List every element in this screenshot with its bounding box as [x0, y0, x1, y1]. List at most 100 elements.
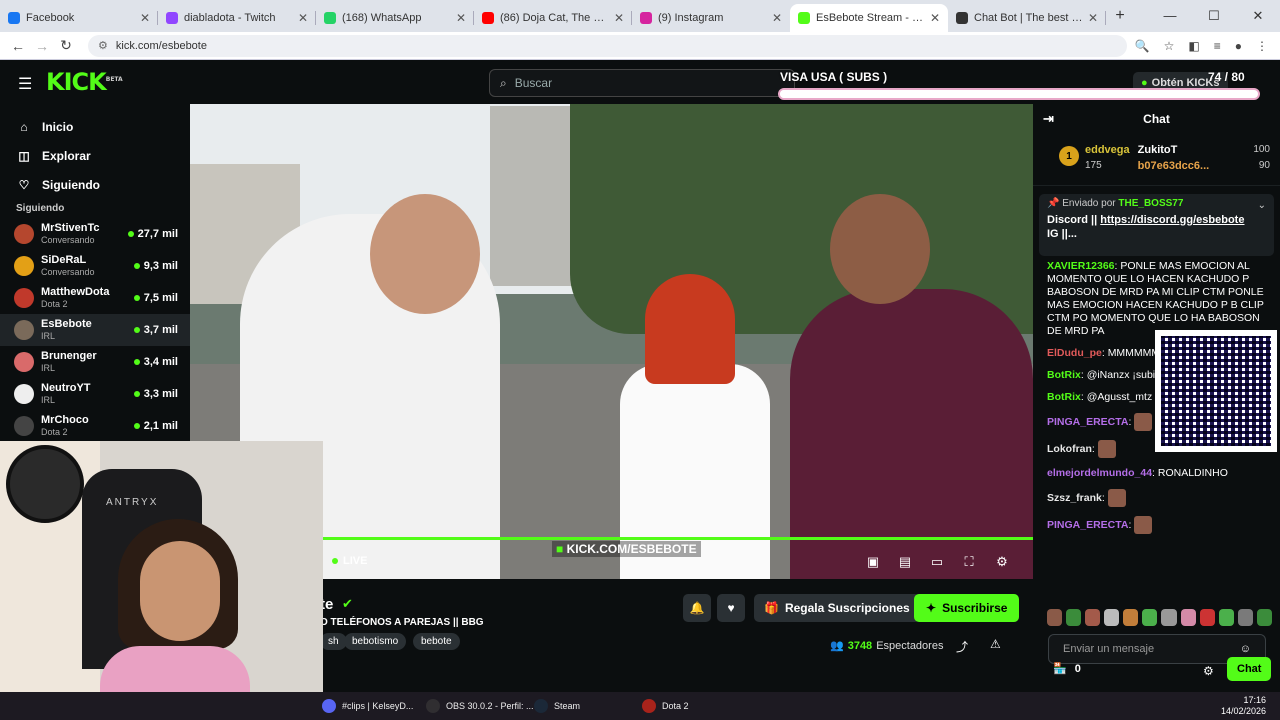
share-icon[interactable]: ⤴ [956, 638, 968, 655]
followed-channel[interactable]: MrChoco Dota 2 2,1 mil [0, 410, 190, 442]
browser-tab[interactable]: Facebook ✕ [0, 4, 158, 32]
channel-name: MrStivenTc [41, 222, 100, 234]
url-field[interactable]: ⚙ kick.com/esbebote [88, 34, 1127, 57]
browser-tab[interactable]: Chat Bot | The best ChatBot an ✕ [948, 4, 1106, 32]
chat-username[interactable]: PINGA_ERECTA [1047, 519, 1128, 531]
chat-username[interactable]: PINGA_ERECTA [1047, 416, 1128, 428]
followed-channel[interactable]: Brunenger IRL 3,4 mil [0, 346, 190, 378]
leader-second-name[interactable]: ZukitoT [1138, 142, 1210, 158]
emote-icon[interactable] [1180, 609, 1196, 626]
taskbar-app[interactable]: Steam [534, 692, 580, 720]
pip-icon[interactable]: ▣ [864, 554, 882, 570]
channel-points[interactable]: 🏪 0 [1053, 662, 1081, 676]
minimize-icon[interactable]: — [1148, 8, 1192, 24]
chat-username[interactable]: BotRix [1047, 391, 1081, 403]
browser-tab[interactable]: EsBebote Stream - Watch L ✕ [790, 4, 948, 32]
extensions-icon[interactable]: ◧ [1188, 39, 1199, 53]
hamburger-menu-icon[interactable]: ☰ [18, 74, 32, 94]
maximize-icon[interactable]: ☐ [1192, 8, 1236, 24]
site-info-icon[interactable]: ⚙ [98, 39, 108, 52]
sidebar-nav-siguiendo[interactable]: ♡ Siguiendo [0, 170, 190, 199]
emote-icon[interactable] [1047, 609, 1063, 626]
tag[interactable]: bebote [413, 633, 460, 650]
theater-mode-icon[interactable]: ▭ [928, 554, 946, 570]
kick-logo[interactable]: KICKBETA [46, 68, 123, 96]
follow-heart-button[interactable]: ♥ [717, 594, 745, 622]
tab-close-icon[interactable]: ✕ [456, 11, 466, 25]
sidebar-nav-inicio[interactable]: ⌂ Inicio [0, 112, 190, 141]
sidebar-nav-explorar[interactable]: ◫ Explorar [0, 141, 190, 170]
notification-bell-button[interactable]: 🔔 [683, 594, 711, 622]
profile-icon[interactable]: ● [1235, 39, 1242, 53]
tab-close-icon[interactable]: ✕ [1088, 11, 1098, 25]
browser-tab[interactable]: diabladota - Twitch ✕ [158, 4, 316, 32]
send-chat-button[interactable]: Chat [1227, 657, 1272, 681]
system-clock[interactable]: 17:16 14/02/2026 [1221, 695, 1266, 717]
tab-close-icon[interactable]: ✕ [614, 11, 624, 25]
clip-icon[interactable]: ▤ [896, 554, 914, 570]
taskbar-app[interactable]: #clips | KelseyD... [322, 692, 413, 720]
forward-icon[interactable]: → [30, 38, 54, 54]
new-tab-button[interactable]: + [1106, 7, 1134, 25]
chat-username[interactable]: BotRix [1047, 369, 1081, 381]
tab-close-icon[interactable]: ✕ [772, 11, 782, 25]
emote-icon[interactable] [1142, 609, 1158, 626]
taskbar-app[interactable]: Dota 2 [642, 692, 689, 720]
channel-viewers: 3,7 mil [133, 324, 178, 336]
emote-icon[interactable] [1218, 609, 1234, 626]
collapse-chat-icon[interactable]: ⇥ [1043, 111, 1054, 127]
chat-username[interactable]: Lokofran [1047, 443, 1092, 455]
zoom-icon[interactable]: 🔍 [1135, 39, 1150, 53]
close-window-icon[interactable]: ✕ [1236, 8, 1280, 24]
leader-first-name[interactable]: eddvega [1085, 142, 1130, 158]
live-dot [127, 231, 134, 237]
back-icon[interactable]: ← [6, 38, 30, 54]
browser-menu-icon[interactable]: ⋮ [1256, 39, 1268, 53]
subscribe-button[interactable]: ✦ Suscribirse [914, 594, 1020, 622]
followed-channel[interactable]: NeutroYT IRL 3,3 mil [0, 378, 190, 410]
followed-channel[interactable]: MrStivenTc Conversando 27,7 mil [0, 218, 190, 250]
followed-channel[interactable]: SiDeRaL Conversando 9,3 mil [0, 250, 190, 282]
report-icon[interactable]: ⚠ [990, 637, 1001, 651]
tab-close-icon[interactable]: ✕ [298, 11, 308, 25]
tag[interactable]: sh [320, 633, 347, 650]
search-icon: ⌕ [500, 75, 507, 90]
emote-icon[interactable] [1199, 609, 1215, 626]
pinned-message[interactable]: 📌 Enviado por THE_BOSS77 Discord || http… [1039, 194, 1274, 256]
emote-icon[interactable] [1123, 609, 1139, 626]
followed-channel[interactable]: EsBebote IRL 3,7 mil [0, 314, 190, 346]
emote-icon[interactable] [1161, 609, 1177, 626]
tab-search-icon[interactable]: ≡ [1214, 39, 1221, 53]
emote-icon[interactable] [1104, 609, 1120, 626]
emote-icon[interactable] [1237, 609, 1253, 626]
settings-gear-icon[interactable]: ⚙ [993, 554, 1011, 570]
pinned-link[interactable]: https://discord.gg/esbebote [1100, 214, 1244, 226]
browser-tab[interactable]: (168) WhatsApp ✕ [316, 4, 474, 32]
unpin-icon[interactable]: ⌄ [1258, 200, 1266, 211]
chair-brand: ANTRYX [106, 497, 159, 508]
emote-icon[interactable] [1085, 609, 1101, 626]
bookmark-star-icon[interactable]: ☆ [1164, 39, 1175, 53]
gift-subs-button[interactable]: 🎁 Regala Suscripciones [754, 594, 920, 622]
channel-info: MrChoco Dota 2 [41, 414, 134, 438]
browser-tab[interactable]: (86) Doja Cat, The Weeknd - Yo ✕ [474, 4, 632, 32]
search-input[interactable]: ⌕ Buscar [489, 69, 795, 97]
leader-third-name[interactable]: b07e63dcc6... [1138, 158, 1210, 174]
chat-username[interactable]: XAVIER12366 [1047, 260, 1115, 272]
tab-close-icon[interactable]: ✕ [140, 11, 150, 25]
tab-close-icon[interactable]: ✕ [930, 11, 940, 25]
fullscreen-icon[interactable]: ⛶ [960, 554, 978, 570]
followed-channel[interactable]: MatthewDota Dota 2 7,5 mil [0, 282, 190, 314]
channel-category: IRL [41, 395, 56, 405]
chat-username[interactable]: ElDudu_pe [1047, 347, 1102, 359]
reload-icon[interactable]: ↻ [54, 37, 78, 54]
browser-tab[interactable]: (9) Instagram ✕ [632, 4, 790, 32]
chat-settings-icon[interactable]: ⚙ [1203, 664, 1214, 678]
emote-icon[interactable] [1256, 609, 1272, 626]
tag[interactable]: bebotismo [344, 633, 407, 650]
emote-icon[interactable] [1066, 609, 1082, 626]
chat-username[interactable]: elmejordelmundo_44 [1047, 467, 1152, 479]
chat-username[interactable]: Szsz_frank [1047, 492, 1102, 504]
emoji-picker-icon[interactable]: ☺ [1240, 643, 1251, 655]
taskbar-app[interactable]: OBS 30.0.2 - Perfil: ... [426, 692, 534, 720]
